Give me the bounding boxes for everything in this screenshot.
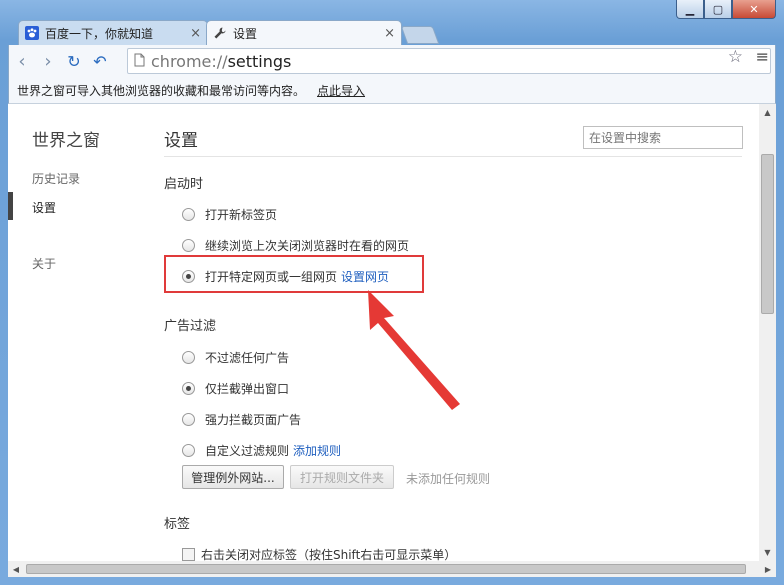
- tabs-heading: 标签: [164, 517, 191, 532]
- import-infobar: 世界之窗可导入其他浏览器的收藏和最常访问等内容。 点此导入: [8, 78, 776, 104]
- page-icon: [134, 53, 145, 70]
- tab-title: 百度一下，你就知道: [45, 26, 154, 41]
- checkbox-icon[interactable]: [182, 548, 195, 561]
- url-text: chrome://settings: [151, 51, 292, 71]
- infobar-message: 世界之窗可导入其他浏览器的收藏和最常访问等内容。: [17, 84, 306, 98]
- address-bar[interactable]: chrome://settings: [127, 48, 771, 74]
- sidebar-active-indicator: [8, 192, 13, 220]
- radio-icon[interactable]: [182, 382, 195, 395]
- adblock-heading: 广告过滤: [164, 319, 217, 334]
- window-controls: ▁ ▢ ✕: [676, 0, 776, 19]
- title-divider: [164, 156, 742, 157]
- settings-page: 世界之窗 历史记录 设置 关于 设置 启动时 打开新标签页 继续浏览上次关闭浏览…: [8, 104, 759, 561]
- radio-icon[interactable]: [182, 351, 195, 364]
- undo-close-button[interactable]: ↶: [87, 49, 113, 75]
- radio-adblock-custom[interactable]: 自定义过滤规则 添加规则: [182, 442, 341, 459]
- radio-adblock-strong[interactable]: 强力拦截页面广告: [182, 411, 301, 428]
- horizontal-scrollbar[interactable]: ◀ ▶: [8, 561, 776, 577]
- vertical-scrollbar[interactable]: ▲ ▼: [759, 104, 776, 561]
- new-tab-button[interactable]: [400, 26, 440, 44]
- tab-title: 设置: [233, 26, 258, 41]
- scroll-down-icon[interactable]: ▼: [759, 544, 776, 561]
- tab-settings[interactable]: 设置 ×: [206, 20, 402, 45]
- startup-heading: 启动时: [164, 177, 204, 192]
- radio-icon[interactable]: [182, 239, 195, 252]
- close-icon[interactable]: ×: [384, 26, 395, 41]
- horizontal-scroll-thumb[interactable]: [26, 564, 746, 574]
- import-link[interactable]: 点此导入: [317, 82, 365, 99]
- forward-button[interactable]: ›: [35, 49, 61, 75]
- radio-adblock-none[interactable]: 不过滤任何广告: [182, 349, 289, 366]
- sidebar-item-settings[interactable]: 设置: [32, 199, 56, 216]
- sidebar-brand: 世界之窗: [32, 131, 100, 151]
- sidebar-item-about[interactable]: 关于: [32, 255, 56, 272]
- sidebar: 世界之窗 历史记录 设置 关于: [8, 104, 148, 561]
- settings-main: 设置 启动时 打开新标签页 继续浏览上次关闭浏览器时在看的网页 打开特定网页或一…: [164, 104, 754, 561]
- no-rules-hint: 未添加任何规则: [406, 472, 491, 486]
- radio-startup-specific-pages[interactable]: 打开特定网页或一组网页 设置网页: [182, 268, 389, 285]
- page-title: 设置: [164, 131, 198, 151]
- paw-icon: [25, 26, 39, 40]
- scroll-left-icon[interactable]: ◀: [8, 561, 24, 577]
- radio-icon[interactable]: [182, 270, 195, 283]
- radio-startup-continue[interactable]: 继续浏览上次关闭浏览器时在看的网页: [182, 237, 409, 254]
- scroll-right-icon[interactable]: ▶: [760, 561, 776, 577]
- star-icon[interactable]: ☆: [728, 47, 743, 67]
- close-button[interactable]: ✕: [732, 0, 776, 19]
- radio-icon[interactable]: [182, 444, 195, 457]
- vertical-scroll-thumb[interactable]: [761, 154, 774, 314]
- minimize-button[interactable]: ▁: [676, 0, 704, 19]
- add-rule-link[interactable]: 添加规则: [293, 442, 341, 459]
- open-rules-folder-button[interactable]: 打开规则文件夹: [290, 465, 394, 489]
- radio-adblock-popups[interactable]: 仅拦截弹出窗口: [182, 380, 289, 397]
- checkbox-right-click-close[interactable]: 右击关闭对应标签（按住Shift右击可显示菜单）: [182, 546, 456, 561]
- set-pages-link[interactable]: 设置网页: [341, 268, 389, 285]
- toolbar: ‹ › ↻ ↶ chrome://settings ☆ ≡: [8, 45, 776, 78]
- manage-exceptions-button[interactable]: 管理例外网站...: [182, 465, 284, 489]
- scroll-up-icon[interactable]: ▲: [759, 104, 776, 121]
- wrench-icon: [213, 26, 227, 40]
- maximize-button[interactable]: ▢: [704, 0, 732, 19]
- back-button[interactable]: ‹: [9, 49, 35, 75]
- menu-icon[interactable]: ≡: [756, 47, 769, 66]
- settings-search-input[interactable]: [583, 126, 743, 149]
- close-icon[interactable]: ×: [190, 26, 201, 41]
- radio-icon[interactable]: [182, 208, 195, 221]
- tab-baidu[interactable]: 百度一下，你就知道 ×: [18, 20, 208, 45]
- reload-button[interactable]: ↻: [61, 49, 87, 75]
- radio-startup-new-tab[interactable]: 打开新标签页: [182, 206, 277, 223]
- radio-icon[interactable]: [182, 413, 195, 426]
- sidebar-item-history[interactable]: 历史记录: [32, 170, 80, 187]
